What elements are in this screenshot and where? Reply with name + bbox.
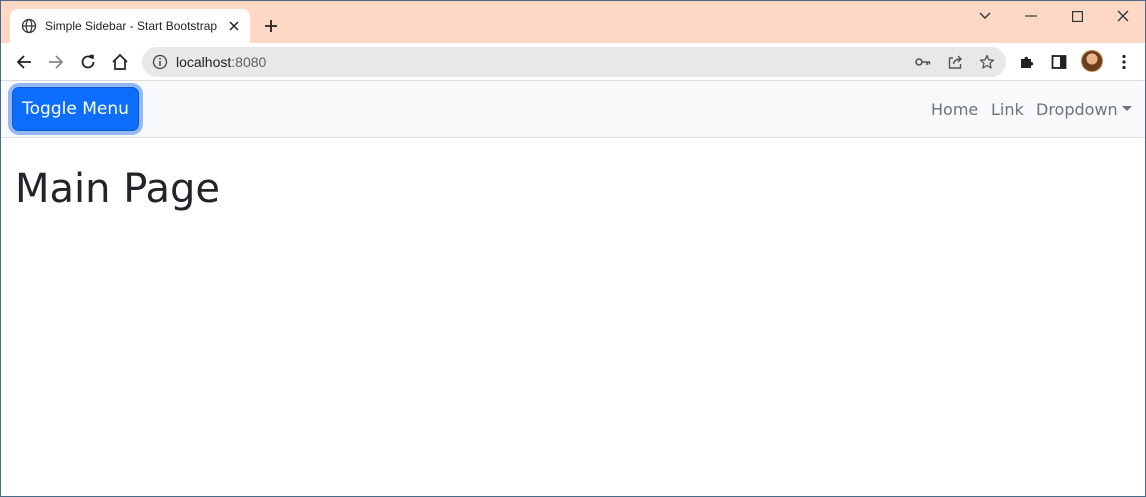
key-icon[interactable] <box>914 53 932 71</box>
address-bar[interactable]: localhost:8080 <box>142 47 1006 77</box>
maximize-icon[interactable] <box>1054 1 1100 31</box>
browser-tab[interactable]: Simple Sidebar - Start Bootstrap <box>10 9 250 43</box>
bookmark-star-icon[interactable] <box>978 53 996 71</box>
tab-title: Simple Sidebar - Start Bootstrap <box>45 19 218 33</box>
extensions-icon[interactable] <box>1015 50 1039 74</box>
home-icon[interactable] <box>108 50 132 74</box>
back-icon[interactable] <box>12 50 36 74</box>
page-title: Main Page <box>15 166 221 212</box>
minimize-icon[interactable] <box>1008 1 1054 31</box>
nav-link-home[interactable]: Home <box>931 100 978 119</box>
close-window-icon[interactable] <box>1100 1 1145 31</box>
nav-link-link[interactable]: Link <box>991 100 1024 119</box>
profile-avatar[interactable] <box>1081 50 1103 72</box>
browser-window: Simple Sidebar - Start Bootstrap localho… <box>0 0 1146 497</box>
share-icon[interactable] <box>946 53 964 71</box>
caret-down-icon <box>1121 106 1132 111</box>
tab-strip: Simple Sidebar - Start Bootstrap <box>1 1 1145 43</box>
menu-kebab-icon[interactable] <box>1112 50 1136 74</box>
new-tab-button[interactable] <box>260 15 282 37</box>
globe-icon <box>21 18 37 34</box>
reload-icon[interactable] <box>76 50 100 74</box>
forward-icon[interactable] <box>44 50 68 74</box>
side-panel-icon[interactable] <box>1047 50 1071 74</box>
toggle-menu-button[interactable]: Toggle Menu <box>12 87 139 131</box>
close-tab-icon[interactable] <box>226 18 242 34</box>
url-text: localhost:8080 <box>176 54 267 70</box>
browser-toolbar: localhost:8080 <box>1 43 1145 81</box>
nav-dropdown[interactable]: Dropdown <box>1036 100 1132 119</box>
tab-search-icon[interactable] <box>962 1 1008 31</box>
page-navbar: Toggle Menu Home Link Dropdown <box>1 81 1145 138</box>
nav-dropdown-label: Dropdown <box>1036 100 1118 119</box>
site-info-icon[interactable] <box>152 54 168 70</box>
